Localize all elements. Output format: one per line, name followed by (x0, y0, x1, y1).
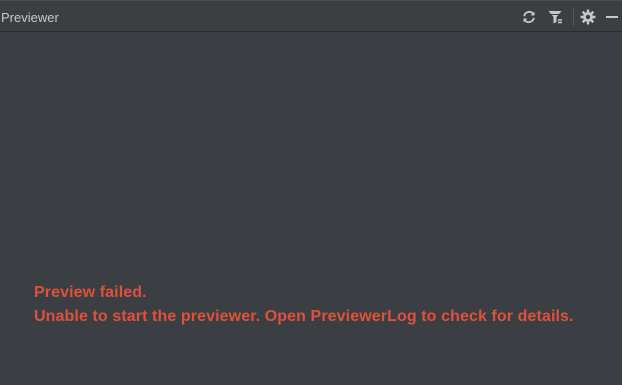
error-title: Preview failed. (34, 284, 147, 301)
filter-icon[interactable] (546, 8, 564, 26)
previewer-panel: Previewer Preview failed. Unable to star… (0, 0, 622, 385)
preview-area: Preview failed. Unable to start the prev… (0, 32, 622, 385)
toolbar-separator (573, 8, 574, 26)
minimize-icon[interactable] (604, 8, 622, 26)
error-detail: Unable to start the previewer. Open Prev… (34, 308, 574, 325)
panel-header: Previewer (0, 0, 622, 32)
gear-icon[interactable] (579, 8, 597, 26)
refresh-icon[interactable] (520, 8, 538, 26)
panel-title: Previewer (1, 10, 59, 25)
